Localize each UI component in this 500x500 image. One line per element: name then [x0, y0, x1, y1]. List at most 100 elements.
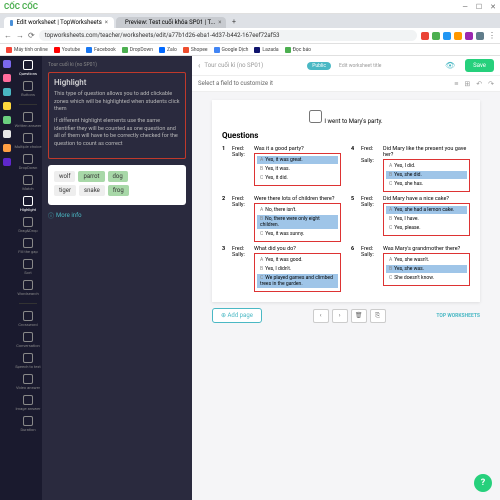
- rail-icon[interactable]: [3, 88, 11, 96]
- customize-prompt: Select a field to customize it: [198, 80, 273, 87]
- answer-option[interactable]: CYes, it did.: [257, 174, 338, 182]
- answer-option[interactable]: BYes, it was.: [257, 165, 338, 173]
- redo-icon[interactable]: ↷: [488, 80, 494, 88]
- close-icon[interactable]: ×: [218, 19, 221, 26]
- qtype-conversation[interactable]: Conversation: [16, 332, 40, 348]
- qtype-questions[interactable]: Questions: [19, 60, 37, 76]
- bookmark[interactable]: Facebook: [86, 47, 116, 53]
- grid-icon[interactable]: ⊞: [464, 80, 470, 88]
- close-icon[interactable]: ×: [105, 19, 108, 26]
- chip[interactable]: snake: [79, 185, 105, 196]
- ext-icon[interactable]: [454, 32, 462, 40]
- delete-page-button[interactable]: 🗑: [351, 309, 367, 323]
- rail-icon[interactable]: [3, 60, 11, 68]
- qtype-crossword[interactable]: Crossword: [18, 311, 37, 327]
- address-bar[interactable]: topworksheets.com/teacher/worksheets/edi…: [39, 30, 417, 41]
- edit-title-link[interactable]: Edit worksheet title: [339, 63, 381, 69]
- question-block: 3Fred:What did you do?Sally:AYes, it was…: [222, 246, 341, 292]
- bookmark[interactable]: Đọc báo: [285, 47, 311, 53]
- answer-option[interactable]: AYes, it was good.: [257, 256, 338, 264]
- answer-option[interactable]: CYes, please.: [386, 224, 467, 232]
- worksheet-page[interactable]: I went to Mary's party. Questions 1Fred:…: [212, 100, 480, 302]
- next-page-button[interactable]: ›: [332, 309, 348, 323]
- bookmark[interactable]: Google Dịch: [214, 47, 249, 53]
- checkbox[interactable]: [309, 110, 322, 123]
- minimize-button[interactable]: —: [462, 3, 467, 11]
- preview-icon[interactable]: 👁: [445, 61, 455, 70]
- qtype-video-answer[interactable]: Video answer: [16, 374, 40, 390]
- answer-option[interactable]: BNo, there were only eight children.: [257, 215, 338, 229]
- close-button[interactable]: ✕: [490, 3, 496, 11]
- bookmark[interactable]: DropDown: [122, 47, 153, 53]
- qtype-duration[interactable]: Duration: [20, 416, 35, 432]
- qtype-match[interactable]: Match: [22, 175, 33, 191]
- qtype-image-answer[interactable]: Image answer: [15, 395, 40, 411]
- qtype-buttons[interactable]: Buttons: [21, 81, 35, 97]
- ext-icon[interactable]: [476, 32, 484, 40]
- rail-icon[interactable]: [3, 116, 11, 124]
- rail-icon[interactable]: [3, 158, 11, 166]
- bookmark[interactable]: Máy tính online: [6, 47, 48, 53]
- chip[interactable]: wolf: [54, 171, 75, 182]
- answer-option[interactable]: BYes, she did.: [386, 171, 467, 179]
- answer-option[interactable]: CYes, she has.: [386, 180, 467, 188]
- qtype-drag-drop[interactable]: Drag&Drop: [18, 217, 37, 233]
- undo-icon[interactable]: ↶: [476, 80, 482, 88]
- chip[interactable]: tiger: [54, 185, 76, 196]
- answer-option[interactable]: BYes, she was.: [386, 265, 467, 273]
- qtype-wordsearch[interactable]: Wordsearch: [17, 280, 38, 296]
- rail-icon[interactable]: [3, 102, 11, 110]
- back-button[interactable]: ←: [4, 31, 12, 40]
- qtype-highlight[interactable]: Highlight: [20, 196, 36, 212]
- bookmark[interactable]: Lazada: [254, 47, 278, 53]
- qtype-speech-to-text[interactable]: Speech to text: [15, 353, 40, 369]
- more-info-link[interactable]: ⓘMore info: [48, 211, 186, 220]
- qtype-sort[interactable]: Sort: [23, 259, 33, 275]
- answer-option[interactable]: CYes, it was sunny.: [257, 230, 338, 238]
- answer-option[interactable]: CWe played games and climbed trees in th…: [257, 274, 338, 288]
- ext-icon[interactable]: [432, 32, 440, 40]
- answer-option[interactable]: BYes, I didn't.: [257, 265, 338, 273]
- new-tab-button[interactable]: +: [228, 16, 240, 28]
- align-icon[interactable]: ≡: [454, 80, 458, 88]
- prev-page-button[interactable]: ‹: [313, 309, 329, 323]
- help-button[interactable]: ?: [474, 474, 492, 492]
- menu-button[interactable]: ⋮: [488, 31, 496, 40]
- bookmark[interactable]: Youtube: [54, 47, 80, 53]
- ext-icon[interactable]: [443, 32, 451, 40]
- answer-option[interactable]: AYes, it was great.: [257, 156, 338, 164]
- ext-icon[interactable]: [465, 32, 473, 40]
- reload-button[interactable]: ⟳: [28, 31, 35, 40]
- bookmark[interactable]: Shopee: [183, 47, 208, 53]
- chip[interactable]: frog: [108, 185, 129, 196]
- rail-icon[interactable]: [3, 144, 11, 152]
- question-block: 4Fred:Did Mary like the present you gave…: [351, 146, 470, 192]
- answer-option[interactable]: AYes, she wasn't.: [386, 256, 467, 264]
- save-button[interactable]: Save: [465, 59, 494, 72]
- visibility-badge[interactable]: Public: [307, 62, 331, 70]
- answer-option[interactable]: AYes, I did.: [386, 162, 467, 170]
- qtype-written-answer[interactable]: Written answer: [15, 112, 42, 128]
- chip[interactable]: parrot: [78, 171, 104, 182]
- qtype-fill-the-gap[interactable]: Fill the gap: [18, 238, 37, 254]
- qtype-dropdown[interactable]: DropDown: [19, 154, 38, 170]
- rail-icon[interactable]: [3, 130, 11, 138]
- duplicate-page-button[interactable]: ⎘: [370, 309, 386, 323]
- qtype-multiple-choice[interactable]: Multiple choice: [14, 133, 41, 149]
- back-arrow-icon[interactable]: ‹: [198, 61, 200, 70]
- ext-icon[interactable]: [421, 32, 429, 40]
- tab-1[interactable]: Edit worksheet | TopWorksheets×: [4, 17, 114, 28]
- answer-option[interactable]: BYes, I have.: [386, 215, 467, 223]
- add-page-button[interactable]: ⊕ Add page: [212, 308, 262, 323]
- info-panel: Tour cuối kì (no SP01) Highlight This ty…: [42, 56, 192, 500]
- answer-option[interactable]: CShe doesn't know.: [386, 274, 467, 282]
- tab-2[interactable]: Preview: Test cuối khóa SP01 | T...×: [116, 17, 226, 28]
- maximize-button[interactable]: ☐: [476, 3, 482, 11]
- answer-option[interactable]: ANo, there isn't.: [257, 206, 338, 214]
- forward-button[interactable]: →: [16, 31, 24, 40]
- bookmark[interactable]: Zalo: [159, 47, 177, 53]
- options-box: AYes, it was great.BYes, it was.CYes, it…: [254, 153, 341, 186]
- rail-icon[interactable]: [3, 74, 11, 82]
- answer-option[interactable]: AYes, she had a lemon cake.: [386, 206, 467, 214]
- chip[interactable]: dog: [108, 171, 128, 182]
